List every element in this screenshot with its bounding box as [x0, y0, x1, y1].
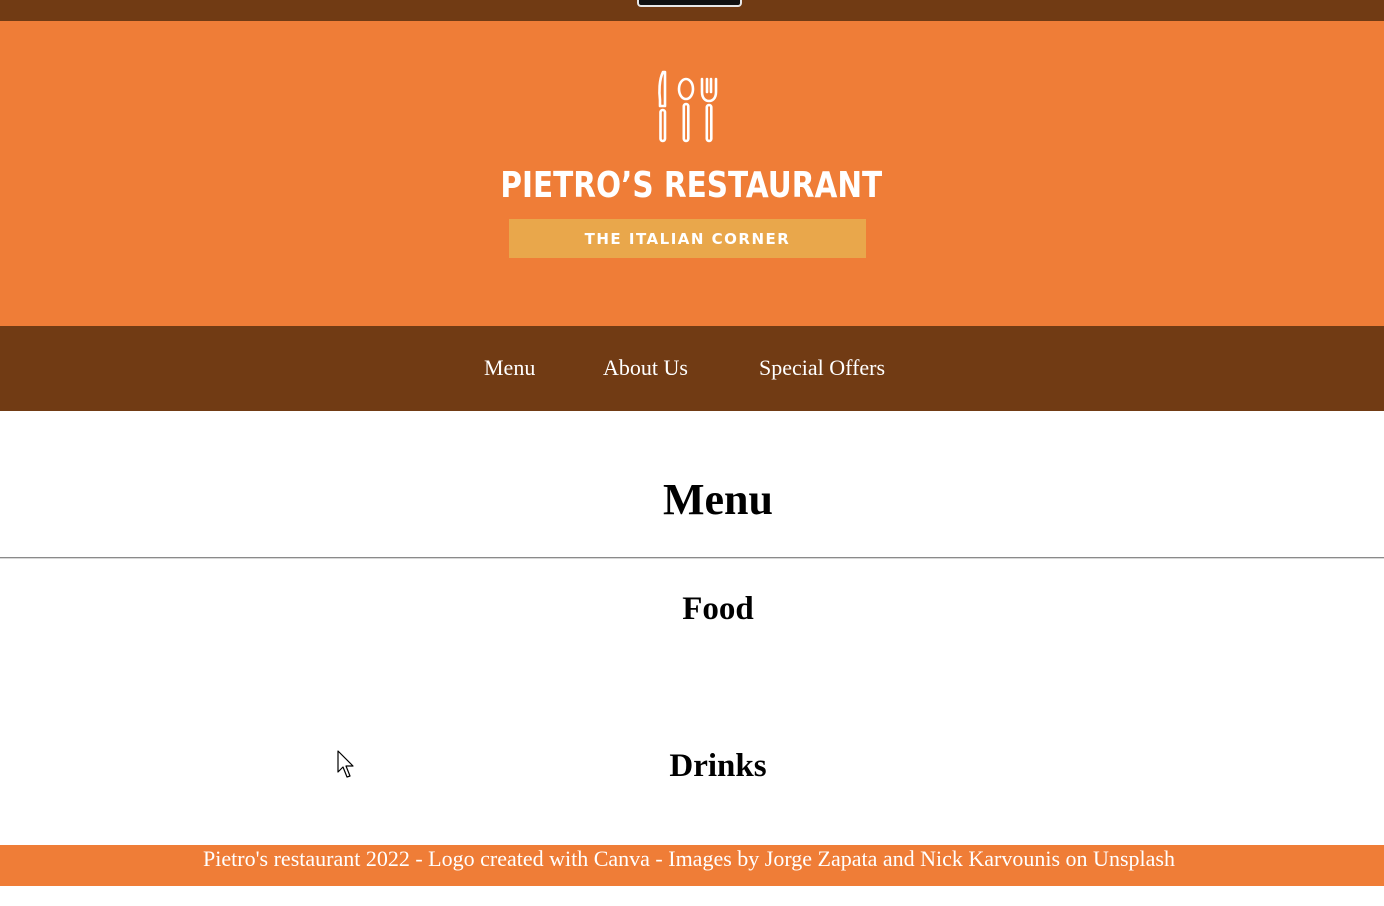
top-strip-button[interactable] [637, 0, 742, 7]
mouse-cursor-icon [337, 750, 354, 778]
restaurant-name: PIETRO’S RESTAURANT [500, 165, 883, 206]
footer-credits: Pietro's restaurant 2022 - Logo created … [203, 846, 1175, 871]
restaurant-tagline: THE ITALIAN CORNER [509, 219, 866, 258]
page-title: Menu [663, 475, 773, 524]
food-section-heading: Food [682, 591, 754, 627]
nav-link-menu[interactable]: Menu [484, 354, 535, 382]
drinks-section-heading: Drinks [669, 748, 767, 784]
fork-spoon-knife-icon [658, 70, 718, 143]
nav-link-special-offers[interactable]: Special Offers [759, 354, 885, 382]
divider [0, 557, 1384, 559]
nav-link-about-us[interactable]: About Us [603, 354, 688, 382]
main-navbar [0, 326, 1384, 411]
